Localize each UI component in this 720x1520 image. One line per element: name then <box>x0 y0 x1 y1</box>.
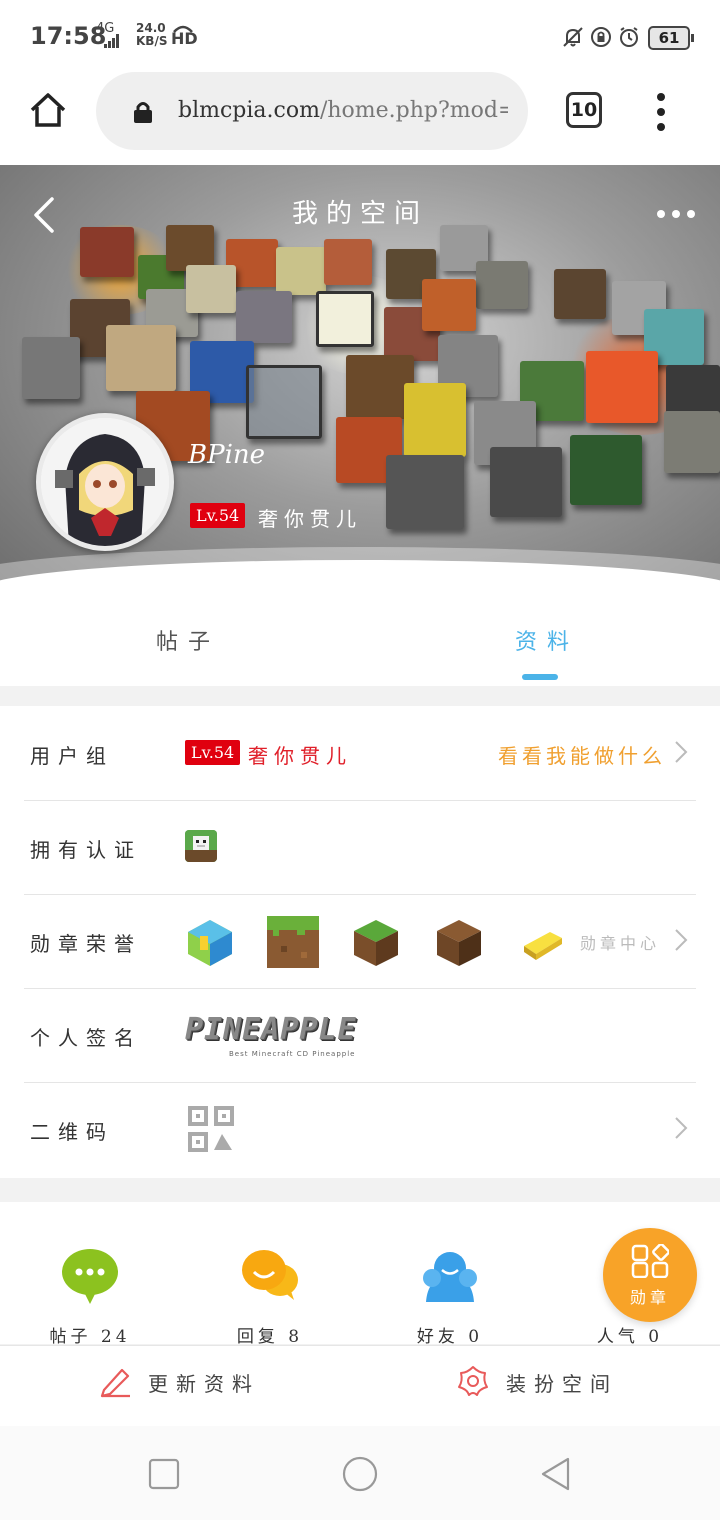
stat-posts-text: 帖子 24 <box>30 1322 150 1347</box>
level-badge: Lv.54 <box>190 503 246 528</box>
qr-code-label: 二维码 <box>30 1120 114 1144</box>
stat-popularity-text: 人气 0 <box>570 1322 690 1347</box>
user-group-label: 用户组 <box>30 744 114 768</box>
chevron-right-icon[interactable] <box>674 740 688 764</box>
home-icon[interactable] <box>28 90 68 130</box>
user-group-level-badge: Lv.54 <box>185 740 241 765</box>
user-group-row[interactable]: 用户组 Lv.54 奢你贯儿 看看我能做什么 <box>24 706 696 801</box>
certification-label: 拥有认证 <box>30 838 142 862</box>
signature-subtext: Best Minecraft CD Pineapple <box>229 1050 356 1058</box>
medal-center-link[interactable]: 勋章中心 <box>580 930 660 954</box>
medals-fab-button[interactable]: 勋章 <box>603 1228 697 1322</box>
tab-posts[interactable]: 帖子 <box>156 624 220 656</box>
stat-posts-label: 帖子 <box>49 1327 92 1347</box>
medals-label: 勋章荣誉 <box>30 932 142 956</box>
signature-image: PINEAPPLE <box>185 1012 357 1047</box>
qr-code-row[interactable]: 二维码 <box>24 1082 696 1176</box>
more-horizontal-icon[interactable] <box>656 209 696 219</box>
stat-replies-value: 8 <box>288 1327 304 1347</box>
signature-label: 个人签名 <box>30 1026 142 1050</box>
back-triangle-icon[interactable] <box>538 1456 574 1492</box>
network-indicator: 4G <box>96 22 119 48</box>
stat-popularity-label: 人气 <box>596 1327 639 1347</box>
stat-popularity-value: 0 <box>648 1327 664 1347</box>
url-bar[interactable]: blmcpia.com/home.php?mod=space&uid <box>96 72 528 150</box>
tab-switcher-button[interactable]: 10 <box>566 92 602 128</box>
more-vertical-icon[interactable] <box>654 92 668 132</box>
medal-grass-block-icon[interactable] <box>267 916 319 968</box>
medal-dirt-cube-icon[interactable] <box>433 916 485 968</box>
decorate-space-button[interactable]: 装扮空间 <box>458 1366 618 1397</box>
friends-icon <box>423 1252 477 1302</box>
url-path: /home.php?mod=space&uid <box>319 98 508 123</box>
stat-friends-label: 好友 <box>416 1327 459 1347</box>
lock-icon <box>134 102 152 123</box>
reply-bubbles-icon <box>242 1250 298 1300</box>
medals-fab-label: 勋章 <box>629 1288 670 1307</box>
stat-friends[interactable]: 好友 0 <box>390 1202 510 1347</box>
battery-indicator: 61 <box>648 26 694 50</box>
rotation-lock-icon <box>591 27 611 47</box>
network-speed: 24.0 KB/S <box>136 22 167 48</box>
url-text[interactable]: blmcpia.com/home.php?mod=space&uid <box>178 98 508 123</box>
header-wave <box>0 560 720 605</box>
chevron-right-icon[interactable] <box>674 1116 688 1140</box>
browser-toolbar: blmcpia.com/home.php?mod=space&uid 10 <box>0 72 720 165</box>
profile-tabs: 帖子 资料 <box>0 600 720 686</box>
pencil-icon <box>100 1368 130 1398</box>
username: BPine <box>188 440 266 470</box>
medal-grass-cube-icon[interactable] <box>350 916 402 968</box>
stat-replies[interactable]: 回复 8 <box>210 1202 330 1347</box>
grid-icon <box>631 1244 669 1278</box>
status-time: 17:58 <box>30 22 107 50</box>
home-circle-icon[interactable] <box>342 1456 378 1492</box>
signal-icon <box>104 34 119 48</box>
profile-info-card: 用户组 Lv.54 奢你贯儿 看看我能做什么 拥有认证 勋章荣誉 勋章中心 个人… <box>0 706 720 1178</box>
medal-gold-ingot-icon[interactable] <box>516 916 568 968</box>
rank-title: 奢你贯儿 <box>258 507 362 531</box>
speed-unit: KB/S <box>136 34 168 48</box>
speed-value: 24.0 <box>136 21 166 35</box>
certification-row: 拥有认证 <box>24 800 696 895</box>
stat-replies-label: 回复 <box>236 1327 279 1347</box>
update-profile-label: 更新资料 <box>148 1372 260 1396</box>
update-profile-button[interactable]: 更新资料 <box>100 1368 260 1398</box>
url-host: blmcpia.com <box>178 98 320 123</box>
user-group-rank: 奢你贯儿 <box>248 744 352 768</box>
action-bar: 更新资料 装扮空间 <box>0 1345 720 1427</box>
system-nav-bar <box>0 1426 720 1520</box>
mute-bell-icon <box>563 27 583 47</box>
chevron-right-icon[interactable] <box>674 928 688 952</box>
certification-icon[interactable] <box>185 830 217 862</box>
page-title: 我的空间 <box>291 199 428 229</box>
stat-posts-value: 24 <box>100 1327 131 1347</box>
decorate-space-label: 装扮空间 <box>506 1372 618 1396</box>
stat-posts[interactable]: 帖子 24 <box>30 1202 150 1347</box>
flower-icon <box>458 1366 488 1396</box>
recents-square-icon[interactable] <box>146 1456 182 1492</box>
alarm-icon <box>620 27 638 47</box>
profile-header: 我的空间 BPine Lv.54 奢你贯儿 <box>0 165 720 605</box>
tab-profile[interactable]: 资料 <box>515 624 579 656</box>
stat-replies-text: 回复 8 <box>210 1322 330 1347</box>
active-tab-indicator <box>522 674 558 680</box>
hd-indicator: HD <box>171 29 198 48</box>
stat-friends-text: 好友 0 <box>390 1322 510 1347</box>
medal-logo-icon[interactable] <box>184 916 236 968</box>
qr-code-icon[interactable] <box>188 1106 234 1152</box>
stat-friends-value: 0 <box>468 1327 484 1347</box>
chat-bubble-icon <box>62 1249 118 1304</box>
permissions-link[interactable]: 看看我能做什么 <box>498 740 666 769</box>
avatar[interactable] <box>36 413 174 551</box>
avatar-image <box>41 418 169 546</box>
status-bar: 17:58 4G 24.0 KB/S HD 61 <box>0 0 720 72</box>
medals-row[interactable]: 勋章荣誉 勋章中心 <box>24 894 696 989</box>
signature-row: 个人签名 PINEAPPLE Best Minecraft CD Pineapp… <box>24 988 696 1083</box>
